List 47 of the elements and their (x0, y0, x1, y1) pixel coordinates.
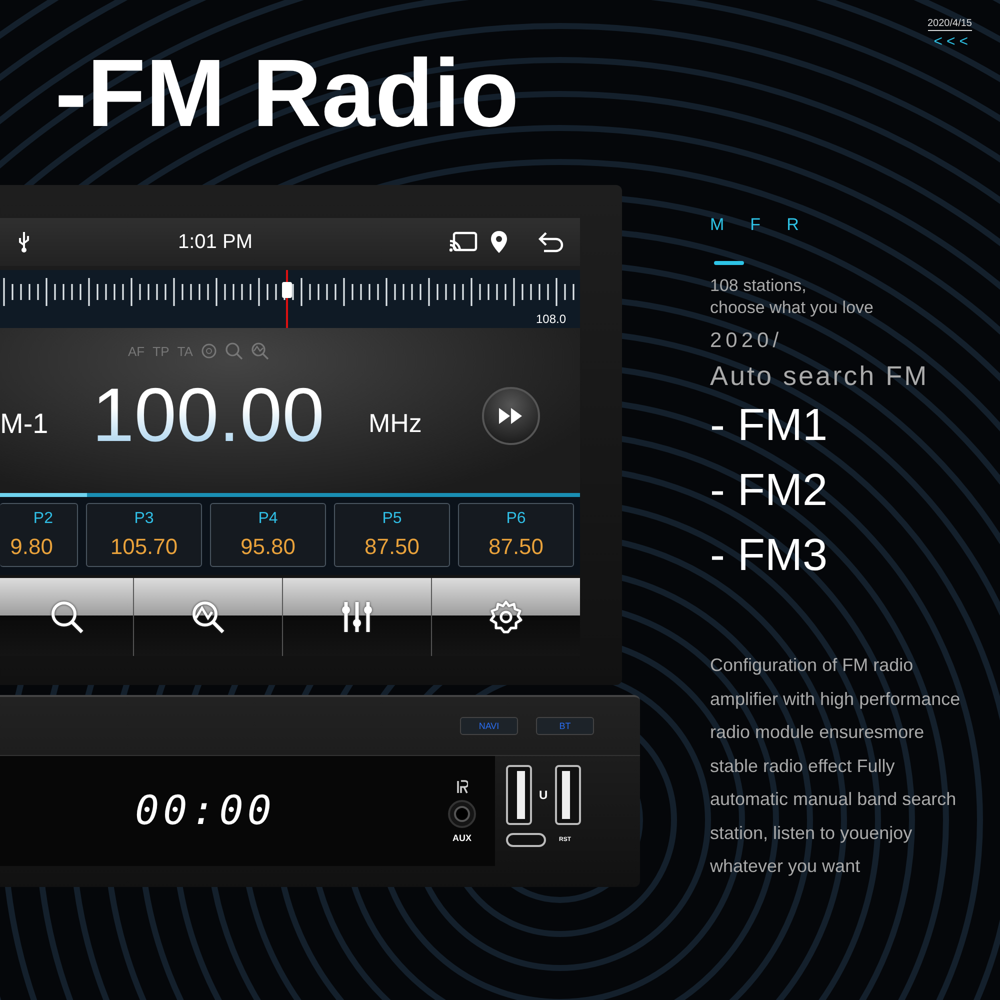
equalizer-button[interactable] (282, 578, 431, 656)
unit-label: MHz (368, 408, 422, 439)
band-label: M-1 (0, 408, 50, 440)
preset-button[interactable]: P5 87.50 (334, 503, 450, 567)
tagline-text: choose what you love (710, 297, 874, 319)
feature-letter: R (786, 215, 799, 235)
band-item: - FM1 (710, 398, 828, 452)
usb-port-icon (505, 764, 533, 826)
chevron-mark: <<< (934, 33, 972, 50)
tuning-scale[interactable]: 108.0 (0, 270, 580, 328)
headline: -FM Radio (55, 46, 519, 142)
cast-icon (448, 231, 478, 253)
year-label: 2020/ (710, 329, 784, 353)
clock-time: 1:01 PM (178, 230, 252, 254)
aux-label: AUX (452, 833, 472, 843)
clock-digits: 00:00 (135, 788, 276, 834)
preset-button[interactable]: P6 87.50 (458, 503, 574, 567)
preset-button[interactable]: P4 95.80 (210, 503, 326, 567)
scan-icon[interactable] (250, 342, 269, 360)
usb-label: U (539, 788, 548, 802)
ir-sensor-icon (456, 779, 468, 795)
feature-letter: M (710, 215, 724, 235)
preset-button[interactable]: P3 105.70 (86, 503, 202, 567)
band-item: - FM3 (710, 528, 828, 582)
feature-letter: F (750, 215, 761, 235)
feature-heading: Auto search FM (710, 361, 930, 392)
scan-icon (190, 599, 226, 635)
description-text: Configuration of FM radio amplifier with high performance radio module ensuresmore stable radio effect Fully automatic manual band search station, listen to youenjoy whatever you want (710, 654, 962, 878)
usb-c-port-icon (505, 832, 547, 848)
circle-icon[interactable] (200, 343, 217, 359)
accent-dash (714, 261, 744, 265)
location-pin-icon (490, 230, 508, 254)
usb-icon (16, 231, 32, 253)
scan-button[interactable] (133, 578, 282, 656)
date-label: 2020/4/15 (928, 18, 972, 31)
aux-jack-icon (447, 799, 477, 829)
preset-button[interactable]: P2 9.80 (0, 503, 78, 567)
tagline-text: 108 stations, (710, 275, 808, 297)
settings-button[interactable] (431, 578, 580, 656)
back-icon[interactable] (538, 231, 564, 253)
fast-forward-icon (498, 406, 524, 424)
settings-icon (488, 599, 524, 635)
scale-end-label: 108.0 (536, 312, 566, 326)
usb-port-icon (554, 764, 582, 826)
search-icon (48, 599, 84, 635)
band-item: - FM2 (710, 463, 828, 517)
equalizer-icon (339, 599, 375, 635)
